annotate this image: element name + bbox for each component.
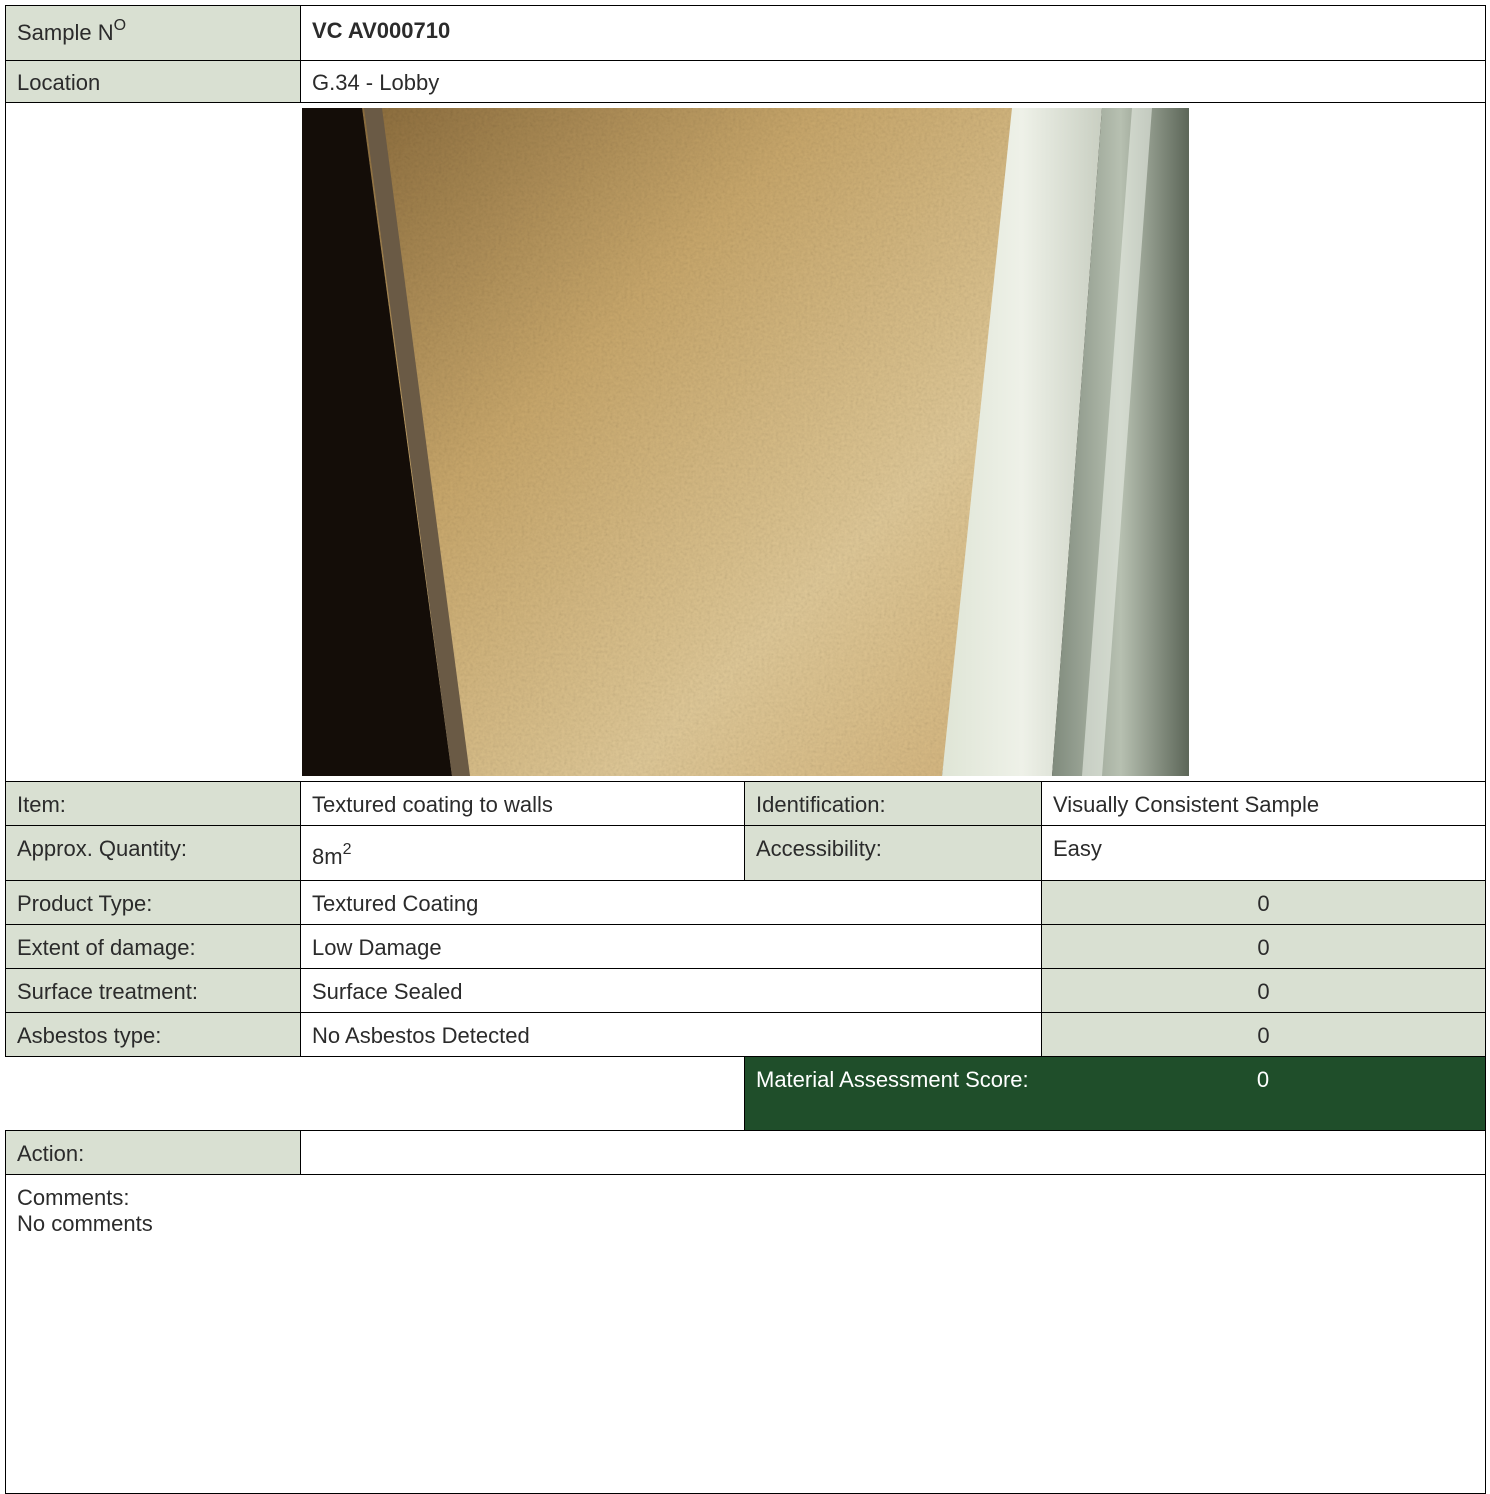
quantity-label: Approx. Quantity:: [5, 825, 301, 881]
asbestos-type-value: No Asbestos Detected: [300, 1012, 1042, 1057]
surface-treatment-score: 0: [1041, 968, 1486, 1013]
extent-of-damage-label: Extent of damage:: [5, 924, 301, 969]
location-label: Location: [5, 60, 301, 103]
sample-number-value: VC AV000710: [300, 5, 1486, 61]
quantity-value: 8m2: [300, 825, 745, 881]
material-score-label: Material Assessment Score:: [744, 1056, 1042, 1131]
item-label: Item:: [5, 781, 301, 826]
accessibility-value: Easy: [1041, 825, 1486, 881]
product-type-value: Textured Coating: [300, 880, 1042, 925]
action-label: Action:: [5, 1130, 301, 1175]
identification-label: Identification:: [744, 781, 1042, 826]
extent-of-damage-value: Low Damage: [300, 924, 1042, 969]
product-type-score: 0: [1041, 880, 1486, 925]
identification-value: Visually Consistent Sample: [1041, 781, 1486, 826]
sample-number-label: Sample NO: [5, 5, 301, 61]
location-value: G.34 - Lobby: [300, 60, 1486, 103]
surface-treatment-label: Surface treatment:: [5, 968, 301, 1013]
surface-treatment-value: Surface Sealed: [300, 968, 1042, 1013]
asbestos-type-label: Asbestos type:: [5, 1012, 301, 1057]
comments-box: Comments: No comments: [5, 1174, 1486, 1494]
sample-photo: [302, 108, 1189, 776]
product-type-label: Product Type:: [5, 880, 301, 925]
extent-of-damage-score: 0: [1041, 924, 1486, 969]
item-value: Textured coating to walls: [300, 781, 745, 826]
textured-wall-photo-image: [302, 108, 1189, 776]
action-value: [300, 1130, 1486, 1175]
comments-value: No comments: [17, 1211, 153, 1236]
comments-label: Comments:: [17, 1185, 130, 1210]
asbestos-type-score: 0: [1041, 1012, 1486, 1057]
accessibility-label: Accessibility:: [744, 825, 1042, 881]
material-score-value: 0: [1041, 1056, 1486, 1131]
